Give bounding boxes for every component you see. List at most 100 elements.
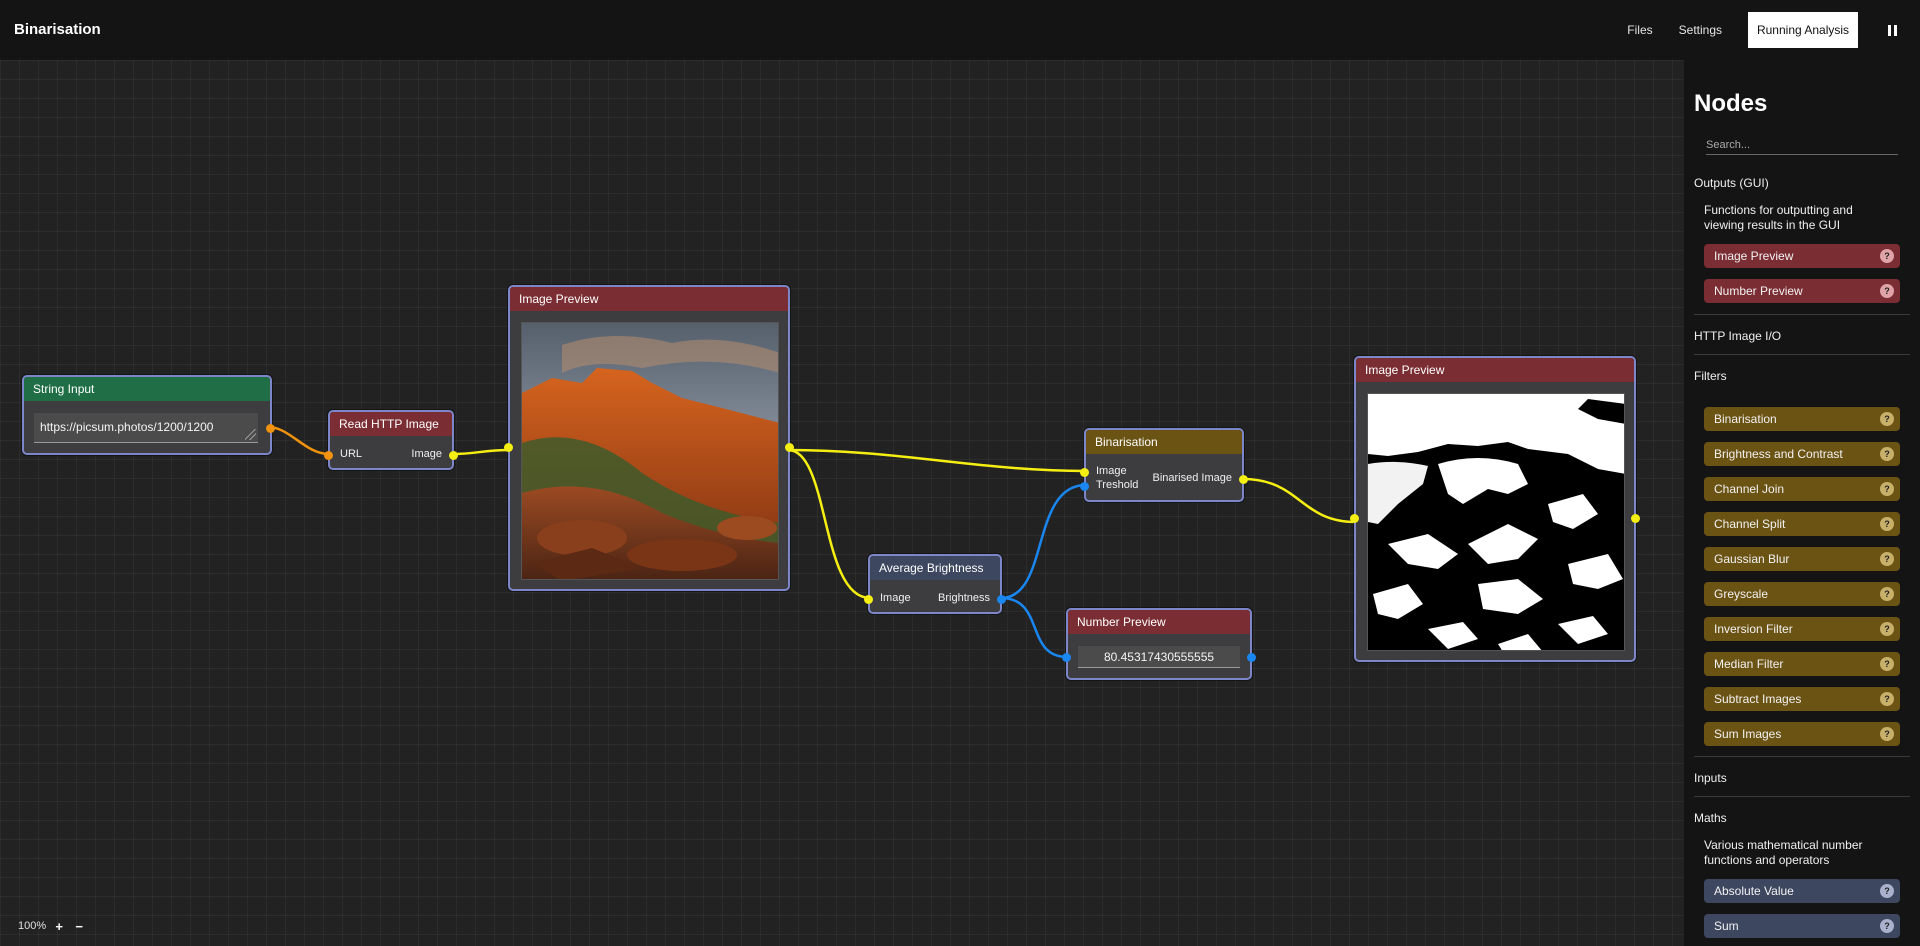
image-input-port[interactable] xyxy=(864,595,873,604)
pause-button[interactable] xyxy=(1878,16,1906,44)
category-maths[interactable]: Maths xyxy=(1694,811,1727,825)
node-title: Average Brightness xyxy=(870,556,1000,580)
binarisation-node[interactable]: Binarisation Image Treshold Binarised Im… xyxy=(1080,428,1248,502)
pause-icon xyxy=(1887,24,1897,36)
node-item-greyscale[interactable]: Greyscale ? xyxy=(1704,582,1900,606)
node-item-median-filter[interactable]: Median Filter ? xyxy=(1704,652,1900,676)
node-item-absolute-value[interactable]: Absolute Value ? xyxy=(1704,879,1900,903)
node-item-label: Number Preview xyxy=(1714,284,1803,298)
wire-brightness-to-number xyxy=(1000,596,1068,659)
preview-image xyxy=(521,322,779,580)
wire-preview-to-average xyxy=(787,448,871,600)
node-search-input[interactable] xyxy=(1706,135,1898,155)
number-output-port[interactable] xyxy=(1247,653,1256,662)
string-input-node[interactable]: String Input https://picsum.photos/1200/… xyxy=(22,375,275,455)
help-icon[interactable]: ? xyxy=(1880,284,1894,298)
number-value: 80.45317430555555 xyxy=(1078,646,1240,668)
node-item-sum[interactable]: Sum ? xyxy=(1704,914,1900,938)
running-analysis-button[interactable]: Running Analysis xyxy=(1748,12,1858,48)
help-icon[interactable]: ? xyxy=(1880,692,1894,706)
help-icon[interactable]: ? xyxy=(1880,482,1894,496)
brightness-port-label: Brightness xyxy=(938,592,990,604)
image-input-port[interactable] xyxy=(1080,468,1089,477)
node-item-label: Inversion Filter xyxy=(1714,622,1793,636)
brightness-output-port[interactable] xyxy=(997,595,1006,604)
node-item-image-preview[interactable]: Image Preview ? xyxy=(1704,244,1900,268)
wire-binarised-to-preview xyxy=(1242,477,1357,524)
divider xyxy=(1694,796,1910,797)
help-icon[interactable]: ? xyxy=(1880,552,1894,566)
number-input-port[interactable] xyxy=(1062,653,1071,662)
category-inputs[interactable]: Inputs xyxy=(1694,771,1727,785)
help-icon[interactable]: ? xyxy=(1880,919,1894,933)
node-item-label: Channel Join xyxy=(1714,482,1785,496)
category-outputs[interactable]: Outputs (GUI) xyxy=(1694,176,1769,190)
node-item-subtract-images[interactable]: Subtract Images ? xyxy=(1704,687,1900,711)
sidebar-title: Nodes xyxy=(1694,90,1768,117)
resize-grip-icon[interactable] xyxy=(245,429,256,440)
wire-url xyxy=(267,425,330,456)
threshold-input-port[interactable] xyxy=(1080,482,1089,491)
image-preview-node[interactable]: Image Preview xyxy=(504,285,794,591)
image-input-port[interactable] xyxy=(1350,514,1359,523)
help-icon[interactable]: ? xyxy=(1880,517,1894,531)
average-brightness-node[interactable]: Average Brightness Image Brightness xyxy=(864,554,1006,614)
binarised-preview-image xyxy=(1367,393,1625,651)
binarised-image-preview-node[interactable]: Image Preview xyxy=(1350,356,1640,662)
help-icon[interactable]: ? xyxy=(1880,447,1894,461)
node-item-label: Sum xyxy=(1714,919,1739,933)
node-item-label: Image Preview xyxy=(1714,249,1794,263)
help-icon[interactable]: ? xyxy=(1880,587,1894,601)
help-icon[interactable]: ? xyxy=(1880,622,1894,636)
node-item-gaussian-blur[interactable]: Gaussian Blur ? xyxy=(1704,547,1900,571)
node-title: Number Preview xyxy=(1068,610,1250,634)
node-item-channel-split[interactable]: Channel Split ? xyxy=(1704,512,1900,536)
node-item-label: Brightness and Contrast xyxy=(1714,447,1843,461)
url-port-label: URL xyxy=(340,448,363,460)
image-input-port[interactable] xyxy=(504,443,513,452)
number-preview-node[interactable]: Number Preview 80.45317430555555 xyxy=(1062,608,1256,680)
node-item-label: Sum Images xyxy=(1714,727,1782,741)
divider xyxy=(1694,314,1910,315)
node-editor-canvas[interactable]: String Input https://picsum.photos/1200/… xyxy=(0,60,1684,946)
help-icon[interactable]: ? xyxy=(1880,249,1894,263)
node-title: Read HTTP Image xyxy=(330,412,452,436)
image-port-label: Image xyxy=(880,592,911,604)
nodes-sidebar: Nodes Outputs (GUI) Functions for output… xyxy=(1684,60,1920,946)
category-filters[interactable]: Filters xyxy=(1694,369,1727,383)
url-input-port[interactable] xyxy=(324,451,333,460)
help-icon[interactable]: ? xyxy=(1880,884,1894,898)
string-output-port[interactable] xyxy=(266,424,275,433)
node-item-binarisation[interactable]: Binarisation ? xyxy=(1704,407,1900,431)
image-output-port[interactable] xyxy=(449,451,458,460)
category-outputs-description: Functions for outputting and viewing res… xyxy=(1704,203,1853,232)
node-item-number-preview[interactable]: Number Preview ? xyxy=(1704,279,1900,303)
binarised-output-port[interactable] xyxy=(1239,475,1248,484)
zoom-out-button[interactable]: − xyxy=(72,919,86,933)
help-icon[interactable]: ? xyxy=(1880,727,1894,741)
url-text-field[interactable]: https://picsum.photos/1200/1200 xyxy=(34,413,258,443)
help-icon[interactable]: ? xyxy=(1880,412,1894,426)
node-item-sum-images[interactable]: Sum Images ? xyxy=(1704,722,1900,746)
files-menu[interactable]: Files xyxy=(1627,23,1652,37)
node-title: String Input xyxy=(24,377,270,401)
node-item-channel-join[interactable]: Channel Join ? xyxy=(1704,477,1900,501)
category-http-image-io[interactable]: HTTP Image I/O xyxy=(1694,329,1781,343)
zoom-level: 100% xyxy=(18,920,47,932)
settings-menu[interactable]: Settings xyxy=(1679,23,1722,37)
zoom-control: 100% + − xyxy=(18,919,86,933)
app-title: Binarisation xyxy=(14,21,101,38)
zoom-in-button[interactable]: + xyxy=(52,919,66,933)
node-item-brightness-contrast[interactable]: Brightness and Contrast ? xyxy=(1704,442,1900,466)
node-title: Binarisation xyxy=(1086,430,1242,454)
divider xyxy=(1694,354,1910,355)
node-item-label: Channel Split xyxy=(1714,517,1786,531)
node-item-inversion-filter[interactable]: Inversion Filter ? xyxy=(1704,617,1900,641)
image-port-label: Image xyxy=(1096,465,1127,477)
threshold-port-label: Treshold xyxy=(1096,479,1139,491)
read-http-image-node[interactable]: Read HTTP Image URL Image xyxy=(324,410,458,470)
image-output-port[interactable] xyxy=(1631,514,1640,523)
node-item-label: Gaussian Blur xyxy=(1714,552,1790,566)
help-icon[interactable]: ? xyxy=(1880,657,1894,671)
image-output-port[interactable] xyxy=(785,443,794,452)
